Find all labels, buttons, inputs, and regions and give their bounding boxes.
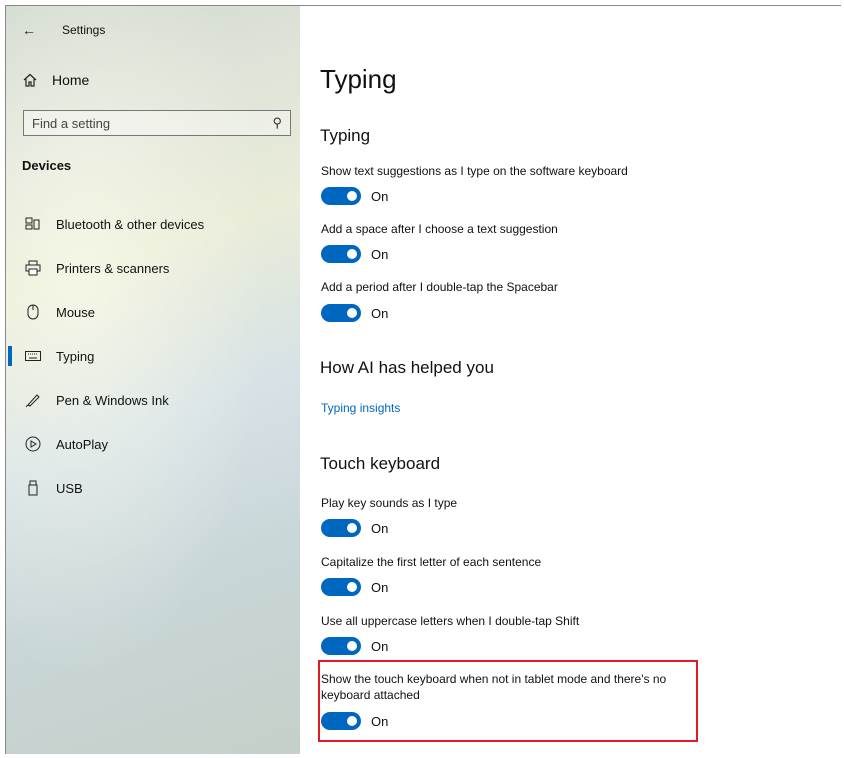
highlight-box (318, 660, 698, 742)
printer-icon (24, 259, 42, 277)
setting-label: Add a period after I double-tap the Spac… (321, 280, 558, 294)
setting-label: Add a space after I choose a text sugges… (321, 222, 558, 236)
back-arrow-icon[interactable]: ← (22, 22, 42, 38)
add-period-toggle[interactable]: On (321, 304, 388, 322)
toggle-switch[interactable] (321, 304, 361, 322)
sidebar-item-label: Pen & Windows Ink (56, 392, 169, 408)
sidebar-item-label: USB (56, 480, 83, 496)
mouse-icon (24, 303, 42, 321)
title-bar: ← Settings (22, 20, 105, 40)
page-title: Typing (320, 64, 397, 94)
text-suggestions-toggle[interactable]: On (321, 187, 388, 205)
toggle-switch[interactable] (321, 519, 361, 537)
sidebar-item-label: Mouse (56, 304, 96, 320)
pen-icon (24, 391, 42, 409)
setting-label: Play key sounds as I type (321, 496, 458, 510)
sidebar-item-printers[interactable]: Printers & scanners (6, 246, 300, 290)
sidebar-item-typing[interactable]: Typing (6, 334, 300, 378)
uppercase-toggle[interactable]: On (321, 637, 388, 655)
toggle-state: On (371, 579, 389, 595)
home-icon (23, 73, 37, 87)
section-label: Devices (22, 158, 72, 173)
autoplay-icon (24, 435, 42, 453)
sidebar-item-label: AutoPlay (56, 436, 109, 452)
toggle-state: On (371, 246, 389, 262)
search-input[interactable]: Find a setting ⚲ (23, 110, 291, 136)
typing-insights-link[interactable]: Typing insights (321, 401, 400, 415)
sidebar-item-mouse[interactable]: Mouse (6, 290, 300, 334)
toggle-state: On (371, 520, 389, 536)
setting-label: Use all uppercase letters when I double-… (321, 614, 580, 628)
toggle-switch[interactable] (321, 578, 361, 596)
toggle-state: On (371, 638, 389, 654)
nav-list: Bluetooth & other devices Printers & sca… (6, 202, 300, 510)
bluetooth-devices-icon (24, 215, 42, 233)
toggle-state: On (371, 188, 389, 204)
section-heading-ai: How AI has helped you (320, 358, 494, 377)
home-label: Home (52, 72, 90, 88)
sidebar-item-label: Typing (56, 348, 95, 364)
setting-label: Show text suggestions as I type on the s… (321, 164, 628, 178)
search-placeholder: Find a setting (32, 115, 111, 131)
setting-label: Capitalize the first letter of each sent… (321, 555, 542, 569)
toggle-state: On (371, 305, 389, 321)
sidebar-item-usb[interactable]: USB (6, 466, 300, 510)
toggle-switch[interactable] (321, 245, 361, 263)
home-link[interactable]: Home (22, 72, 89, 88)
sidebar: ← Settings Home Find a setting ⚲ Devices… (6, 6, 300, 754)
keyboard-icon (24, 347, 42, 365)
sidebar-item-autoplay[interactable]: AutoPlay (6, 422, 300, 466)
sidebar-item-label: Printers & scanners (56, 260, 170, 276)
sidebar-item-label: Bluetooth & other devices (56, 216, 205, 232)
usb-icon (24, 479, 42, 497)
capitalize-toggle[interactable]: On (321, 578, 388, 596)
main-content: Typing Typing Show text suggestions as I… (300, 6, 841, 758)
search-icon: ⚲ (272, 115, 282, 130)
app-title: Settings (62, 23, 106, 37)
section-heading-touch-keyboard: Touch keyboard (320, 454, 441, 473)
key-sounds-toggle[interactable]: On (321, 519, 388, 537)
sidebar-item-bluetooth[interactable]: Bluetooth & other devices (6, 202, 300, 246)
toggle-switch[interactable] (321, 637, 361, 655)
section-heading-typing: Typing (320, 126, 371, 145)
sidebar-item-pen[interactable]: Pen & Windows Ink (6, 378, 300, 422)
add-space-toggle[interactable]: On (321, 245, 388, 263)
toggle-switch[interactable] (321, 187, 361, 205)
